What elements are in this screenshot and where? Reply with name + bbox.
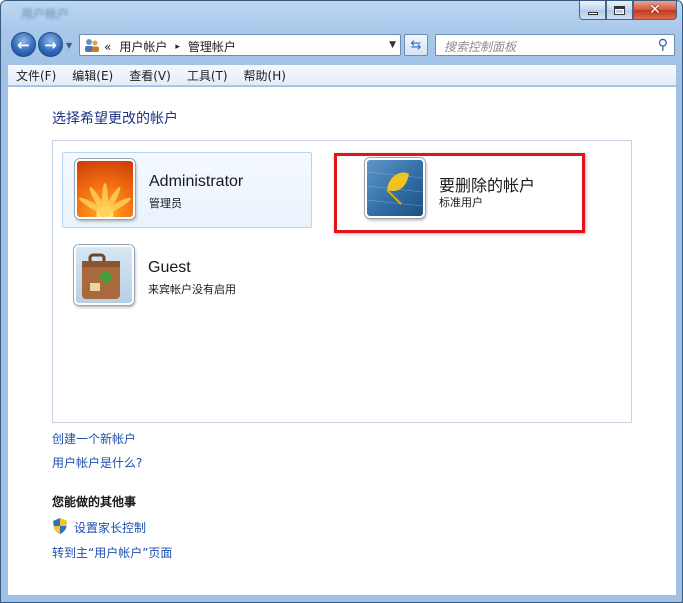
minimize-icon [587,11,598,15]
users-icon [85,39,99,52]
refresh-icon: ⇆ [410,37,422,53]
annotation-highlight-box [334,153,585,233]
close-button[interactable]: ✕ [633,1,677,20]
breadcrumb-item-user-accounts[interactable]: 用户帐户 [119,38,167,55]
goto-main-user-accounts-link[interactable]: 转到主“用户帐户”页面 [52,544,172,561]
breadcrumb-separator-icon[interactable]: ▸ [175,42,180,52]
menu-help[interactable]: 帮助(H) [244,67,286,84]
content-area: 选择希望更改的帐户 Administrator 管理员 要删除的帐户 标准用户 … [8,87,676,595]
account-tile-administrator[interactable]: Administrator 管理员 [62,152,312,228]
title-bar[interactable]: 用户帐户 ✕ [1,1,682,27]
menu-view[interactable]: 查看(V) [129,67,171,84]
window-frame: 用户帐户 ✕ ← → ▼ « 用户帐户 ▸ 管理帐户 ▼ ⇆ 搜索控制面板 ⚲ … [0,0,683,603]
breadcrumb: « 用户帐户 ▸ 管理帐户 [104,38,236,55]
account-name: Administrator [149,173,244,190]
account-name: Guest [148,259,191,276]
address-dropdown-icon[interactable]: ▼ [389,40,396,50]
parental-controls-link[interactable]: 设置家长控制 [74,519,146,536]
recent-pages-dropdown-icon[interactable]: ▼ [66,41,72,50]
menu-tools[interactable]: 工具(T) [187,67,228,84]
page-title: 选择希望更改的帐户 [52,111,178,127]
forward-button[interactable]: → [38,32,63,57]
breadcrumb-item-manage-accounts[interactable]: 管理帐户 [188,38,236,55]
forward-arrow-icon: → [44,35,57,54]
uac-shield-icon [53,518,67,534]
close-icon: ✕ [649,2,661,18]
search-icon[interactable]: ⚲ [658,37,668,53]
caption-buttons: ✕ [579,1,677,21]
account-tile-guest[interactable]: Guest 来宾帐户没有启用 [62,239,312,315]
create-account-link[interactable]: 创建一个新帐户 [52,430,136,447]
minimize-button[interactable] [579,1,606,20]
navigation-bar: ← → ▼ « 用户帐户 ▸ 管理帐户 ▼ ⇆ 搜索控制面板 ⚲ [9,31,677,59]
account-type: 来宾帐户没有启用 [148,283,236,296]
back-button[interactable]: ← [11,32,36,57]
menu-file[interactable]: 文件(F) [16,67,56,84]
window-title: 用户帐户 [21,7,70,21]
breadcrumb-overflow[interactable]: « [104,40,111,54]
refresh-button[interactable]: ⇆ [404,34,428,56]
search-placeholder: 搜索控制面板 [444,40,517,54]
flower-icon [75,159,135,219]
what-is-account-link[interactable]: 用户帐户是什么? [52,454,142,471]
back-arrow-icon: ← [17,35,30,54]
maximize-button[interactable] [606,1,633,20]
suitcase-icon [74,245,134,305]
menu-edit[interactable]: 编辑(E) [72,67,113,84]
other-tasks-heading: 您能做的其他事 [52,495,137,509]
maximize-icon [614,5,625,15]
address-bar[interactable]: « 用户帐户 ▸ 管理帐户 ▼ [79,34,401,56]
menu-bar: 文件(F) 编辑(E) 查看(V) 工具(T) 帮助(H) [8,65,676,86]
search-input[interactable]: 搜索控制面板 ⚲ [435,34,675,56]
account-type: 管理员 [149,197,182,210]
